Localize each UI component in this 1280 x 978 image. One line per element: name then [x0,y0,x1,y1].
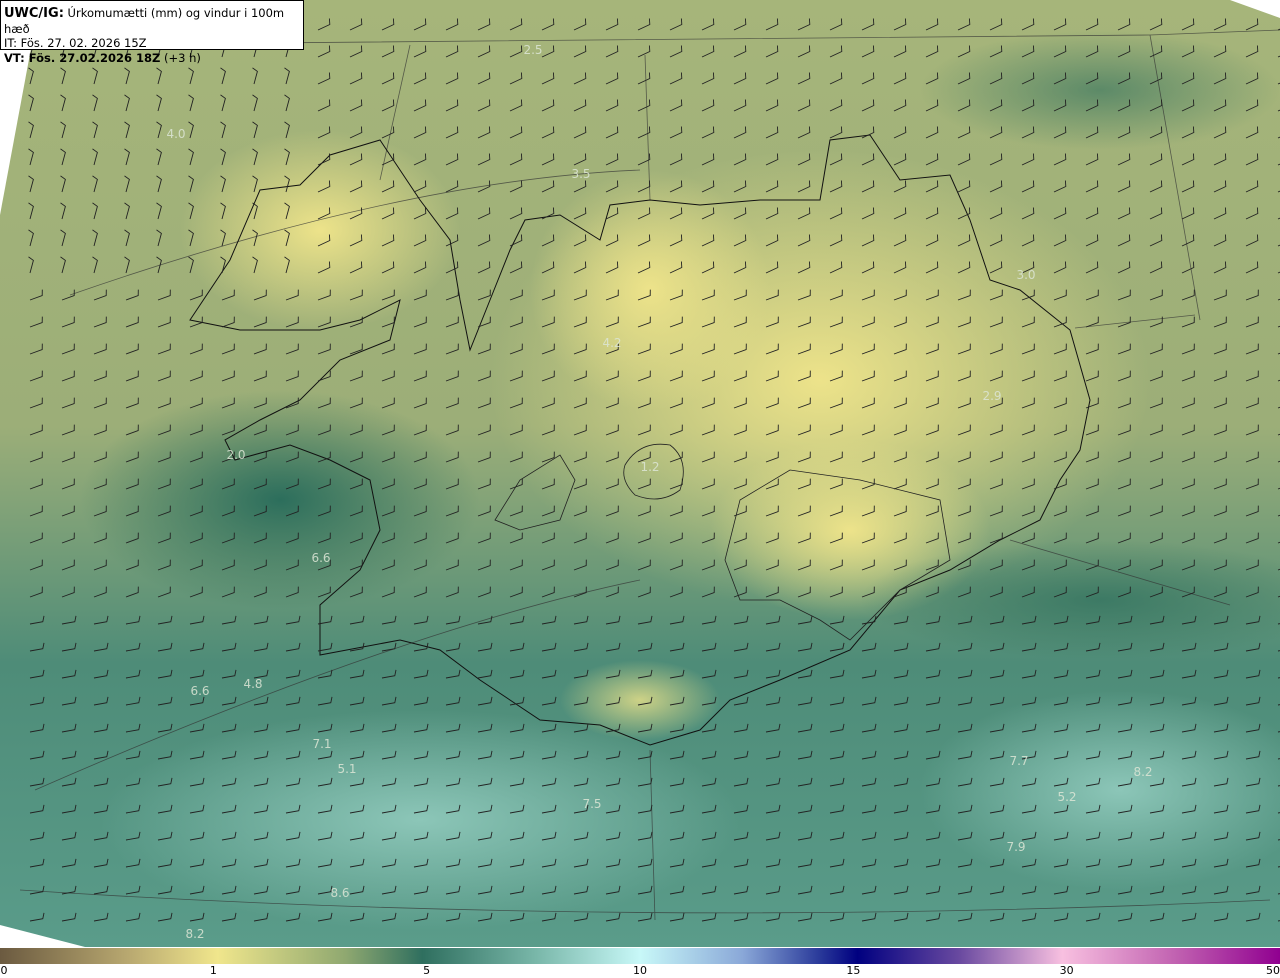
value-label: 8.6 [330,886,349,900]
value-label: 5.2 [1057,790,1076,804]
colorbar-tick-label: 0 [0,964,8,977]
valid-time: VT: Fös. 27.02.2026 18Z [4,50,161,65]
colorbar-tick-label: 50 [1266,964,1280,977]
value-label: 3.0 [1016,268,1035,282]
value-label: 7.5 [582,797,601,811]
value-label: 4.2 [602,336,621,350]
issue-time: IT: Fös. 27. 02. 2026 15Z [4,36,147,50]
value-label: 2.9 [982,389,1001,403]
colorbar-tick-label: 1 [209,964,217,977]
precipitable-water-field: 2.5 4.0 3.5 3.0 4.2 2.9 2.0 1.2 6.6 6.6 4.8 7.1 5.1 7… [0,0,1280,947]
value-label: 8.2 [185,927,204,941]
value-label: 6.6 [190,684,209,698]
value-label: 7.7 [1009,754,1028,768]
colorbar-tick-label: 10 [633,964,647,977]
product-name: UWC/IG: [4,6,64,21]
value-label: 3.5 [571,167,590,181]
value-label: 6.6 [311,551,330,565]
value-label: 4.8 [243,677,262,691]
value-label: 1.2 [640,460,659,474]
value-label: 4.0 [166,127,185,141]
map-title-box: UWC/IG: Úrkomumætti (mm) og vindur i 100… [0,0,304,65]
value-label: 2.5 [523,43,542,57]
weather-map: 2.5 4.0 3.5 3.0 4.2 2.9 2.0 1.2 6.6 6.6 4.8 7.1 5.1 7… [0,0,1280,947]
colorbar-tick-label: 5 [423,964,431,977]
lead-time: (+3 h) [163,50,201,65]
value-label: 5.1 [337,762,356,776]
colorbar-tick-label: 15 [846,964,861,977]
value-label: 8.2 [1133,765,1152,779]
colorbar-tick-label: 30 [1059,964,1074,977]
value-label: 2.0 [226,448,245,462]
colorbar [0,948,1280,964]
value-label: 7.9 [1006,840,1025,854]
value-label: 7.1 [312,737,331,751]
